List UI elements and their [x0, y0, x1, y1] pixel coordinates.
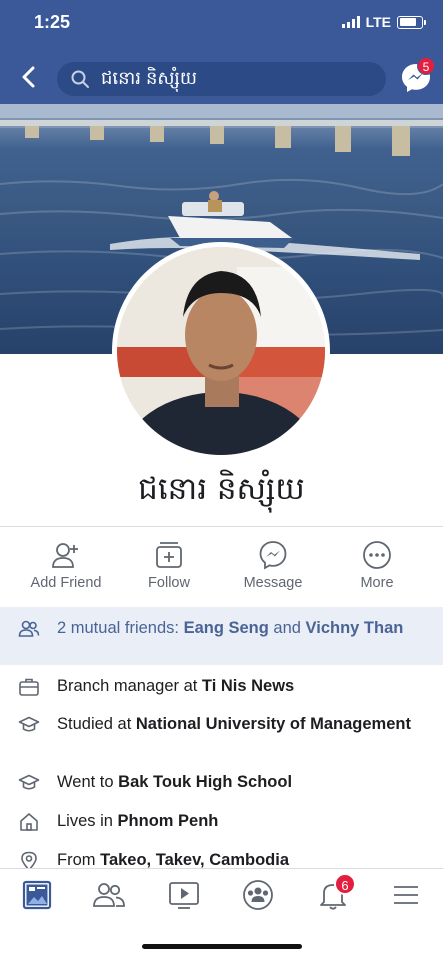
mutual-friends-row[interactable]: 2 mutual friends: Eang Seng and Vichny T…	[0, 607, 443, 665]
mutual-prefix: 2 mutual friends:	[57, 619, 184, 637]
search-input[interactable]: ជនោ​រ និស្សុំយ	[57, 62, 386, 96]
work-text: Branch manager at Ti Nis News	[57, 676, 427, 696]
college-link[interactable]: National University of Management	[136, 715, 411, 733]
follow-label: Follow	[148, 575, 190, 591]
highschool-text: Went to Bak Touk High School	[57, 772, 427, 792]
profile-picture[interactable]	[117, 247, 325, 455]
watch-icon	[169, 882, 199, 909]
college-prefix: Studied at	[57, 715, 136, 733]
notifications-badge: 6	[334, 873, 356, 895]
mutual-friend-link[interactable]: Vichny Than	[306, 619, 404, 637]
tab-groups[interactable]	[238, 877, 278, 913]
work-link[interactable]: Ti Nis News	[202, 677, 294, 695]
tab-menu[interactable]	[386, 877, 426, 913]
signal-icon	[341, 16, 360, 28]
mutual-friends-text: 2 mutual friends: Eang Seng and Vichny T…	[57, 618, 417, 638]
lives-text: Lives in Phnom Penh	[57, 811, 427, 831]
highschool-link[interactable]: Bak Touk High School	[118, 773, 292, 791]
follow-button[interactable]: Follow	[119, 539, 219, 591]
friends-icon	[93, 883, 125, 907]
more-icon	[363, 541, 391, 569]
profile-photo-image	[117, 247, 325, 455]
message-button[interactable]: Message	[223, 539, 323, 591]
tab-watch[interactable]	[164, 877, 204, 913]
status-bar: 1:25 LTE	[0, 0, 443, 48]
chevron-left-icon	[22, 66, 35, 88]
more-button[interactable]: More	[327, 539, 427, 591]
tab-news-feed[interactable]	[17, 877, 57, 913]
search-icon	[71, 70, 89, 88]
message-label: Message	[243, 575, 303, 591]
lives-link[interactable]: Phnom Penh	[118, 812, 219, 830]
home-icon	[20, 813, 38, 831]
add-friend-label: Add Friend	[30, 575, 102, 591]
add-friend-icon	[52, 543, 78, 568]
tab-friends[interactable]	[89, 877, 129, 913]
from-prefix: From	[57, 851, 101, 869]
status-time: 1:25	[34, 12, 71, 32]
graduation-cap-icon	[18, 716, 40, 732]
add-friend-button[interactable]: Add Friend	[16, 539, 116, 591]
work-prefix: Branch manager at	[57, 677, 202, 695]
news-feed-icon	[22, 880, 52, 910]
follow-icon	[156, 542, 182, 568]
from-link[interactable]: Takeo, Takev, Cambodia	[100, 851, 289, 869]
network-type: LTE	[365, 14, 391, 30]
mutual-joiner: and	[268, 619, 306, 637]
from-text: From Takeo, Takev, Cambodia	[57, 850, 427, 870]
graduation-cap-icon	[18, 774, 40, 790]
status-indicators: LTE	[341, 14, 426, 30]
mutual-friend-link[interactable]: Eang Seng	[184, 619, 269, 637]
briefcase-icon	[19, 678, 39, 696]
profile-actions: Add Friend Follow Message More	[0, 531, 443, 603]
friends-icon	[18, 620, 40, 637]
battery-icon	[397, 15, 426, 29]
back-button[interactable]	[14, 62, 44, 92]
messenger-badge: 5	[417, 57, 435, 75]
profile-name: ជនោ​រ និស្សុំយ	[138, 471, 305, 507]
highschool-prefix: Went to	[57, 773, 119, 791]
search-query: ជនោ​រ និស្សុំយ	[101, 67, 198, 88]
menu-icon	[394, 886, 418, 904]
nav-bar: ជនោ​រ និស្សុំយ	[0, 48, 443, 104]
messenger-icon	[259, 541, 287, 570]
lives-prefix: Lives in	[57, 812, 118, 830]
divider	[0, 526, 443, 527]
home-indicator[interactable]	[142, 944, 302, 949]
more-label: More	[360, 575, 394, 591]
groups-icon	[243, 880, 273, 910]
college-text: Studied at National University of Manage…	[57, 714, 427, 734]
